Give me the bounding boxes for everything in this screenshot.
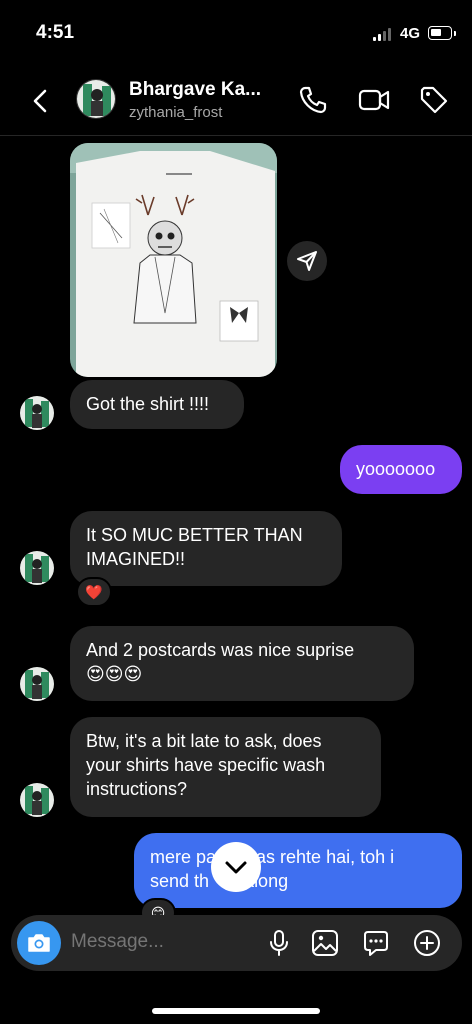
shared-photo[interactable] xyxy=(70,143,277,377)
message-text: your shirts have specific wash xyxy=(86,755,326,775)
avatar[interactable] xyxy=(20,396,54,430)
signal-icon xyxy=(373,27,391,41)
message-bubble[interactable]: It SO MUC BETTER THAN IMAGINED!! xyxy=(70,511,342,586)
message-text: instructions? xyxy=(86,779,188,799)
status-bar: 4:51 4G xyxy=(0,0,472,70)
message-text: 😍😍😍 xyxy=(86,664,143,684)
status-time: 4:51 xyxy=(36,22,75,43)
video-icon[interactable] xyxy=(357,84,390,116)
message-input[interactable] xyxy=(71,931,251,953)
chevron-down-icon xyxy=(225,861,247,874)
message-text: Got the shirt !!!! xyxy=(86,394,210,414)
phone-icon[interactable] xyxy=(297,84,329,116)
avatar[interactable] xyxy=(20,667,54,701)
avatar[interactable] xyxy=(20,551,54,585)
heart-icon: ❤️ xyxy=(85,583,103,600)
battery-icon xyxy=(428,26,456,40)
avatar[interactable] xyxy=(20,783,54,817)
sticker-icon[interactable] xyxy=(360,927,392,959)
message-text: mere pa xtras rehte hai, toh i xyxy=(150,847,395,867)
message-bubble-outgoing[interactable]: yooooooo xyxy=(340,445,462,494)
back-icon[interactable] xyxy=(26,86,56,116)
avatar[interactable] xyxy=(76,79,116,119)
message-text: Btw, it's a bit late to ask, does xyxy=(86,731,322,751)
tag-icon[interactable] xyxy=(418,84,450,116)
gallery-icon[interactable] xyxy=(309,927,341,959)
message-bubble-outgoing[interactable]: mere pa xtras rehte hai, toh i send th a… xyxy=(134,833,462,908)
home-indicator xyxy=(152,1008,320,1014)
message-text: send th along xyxy=(150,871,289,891)
contact-name[interactable]: Bhargave Ka... xyxy=(129,79,261,101)
message-text: IMAGINED!! xyxy=(86,549,186,569)
camera-icon[interactable] xyxy=(17,921,61,965)
mic-icon[interactable] xyxy=(263,927,295,959)
contact-username: zythania_frost xyxy=(129,104,223,121)
plus-icon[interactable] xyxy=(411,927,443,959)
message-bubble[interactable]: And 2 postcards was nice suprise 😍😍😍 xyxy=(70,626,414,701)
scroll-to-bottom-button[interactable] xyxy=(211,842,261,892)
chat-header: Bhargave Ka... zythania_frost xyxy=(0,70,472,136)
network-label: 4G xyxy=(400,25,421,42)
message-text: And 2 postcards was nice suprise xyxy=(86,640,355,660)
reaction-badge[interactable]: ❤️ xyxy=(76,577,112,607)
message-text: It SO MUC BETTER THAN xyxy=(86,525,303,545)
message-bubble[interactable]: Got the shirt !!!! xyxy=(70,380,244,429)
message-composer xyxy=(11,915,462,971)
message-text: yooooooo xyxy=(356,459,436,479)
message-bubble[interactable]: Btw, it's a bit late to ask, does your s… xyxy=(70,717,381,817)
share-icon[interactable] xyxy=(287,241,327,281)
